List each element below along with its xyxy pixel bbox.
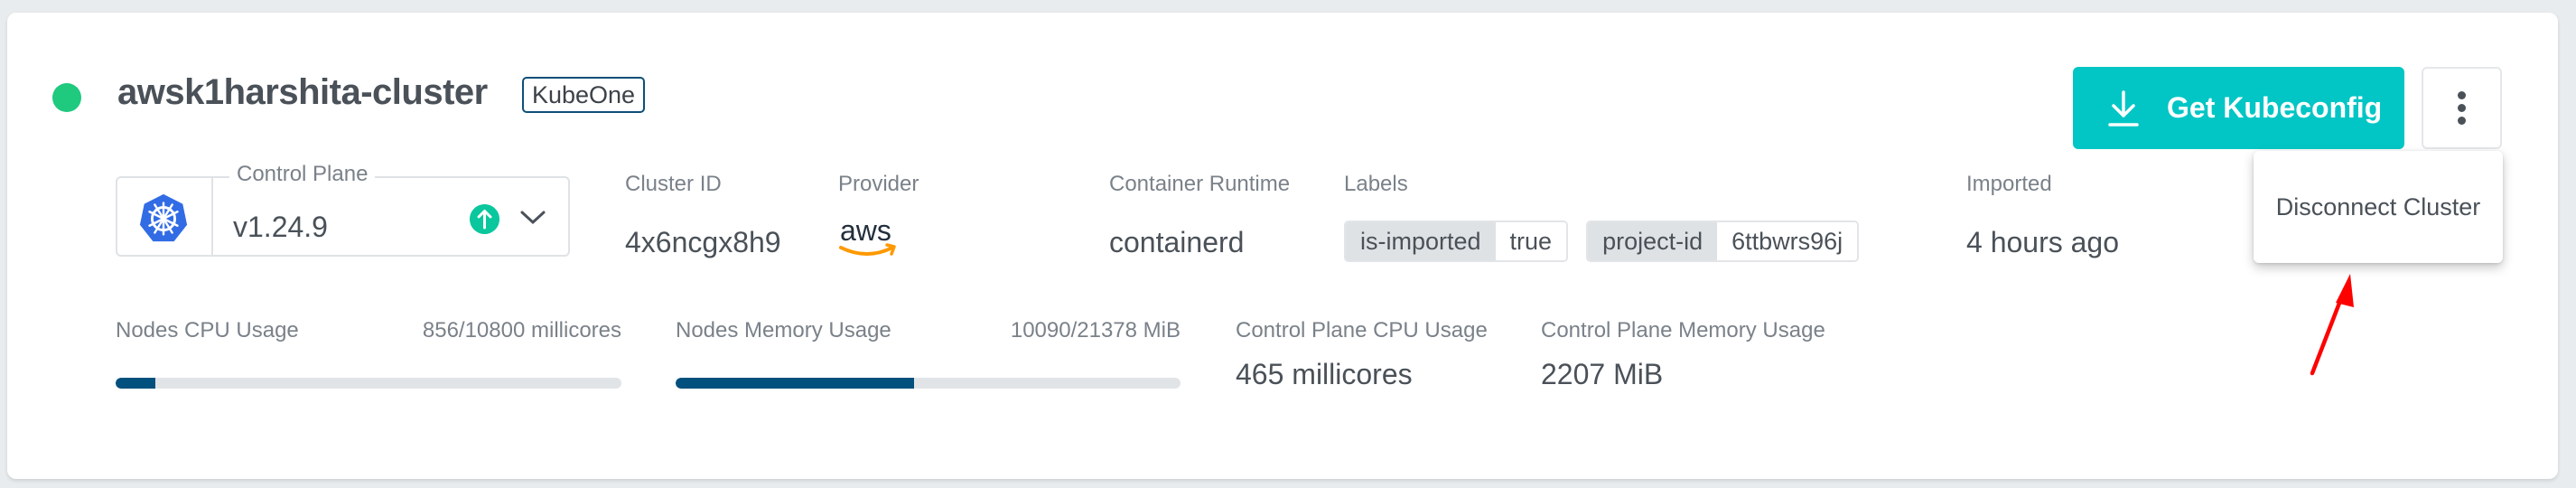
control-plane-label: Control Plane [229, 162, 376, 187]
nodes-memory-label: Nodes Memory Usage [676, 318, 891, 343]
divider [211, 178, 213, 255]
nodes-cpu-value: 856/10800 millicores [422, 318, 621, 343]
get-kubeconfig-label: Get Kubeconfig [2167, 91, 2383, 124]
control-plane-memory-value: 2207 MiB [1541, 358, 1664, 390]
download-icon [2108, 89, 2139, 127]
nodes-cpu-progress-bar [116, 378, 621, 389]
label-chip: project-id 6ttbwrs96j [1586, 221, 1860, 262]
aws-logo: aws [839, 214, 896, 256]
label-value: 6ttbwrs96j [1717, 222, 1858, 260]
cluster-id-value: 4x6ncgx8h9 [625, 226, 781, 258]
nodes-cpu-label: Nodes CPU Usage [116, 318, 299, 343]
chevron-down-icon[interactable] [519, 209, 546, 227]
more-actions-button[interactable] [2422, 67, 2502, 149]
arrow-up-circle-icon [470, 204, 499, 234]
imported-label: Imported [1966, 172, 2052, 196]
nodes-memory-progress-bar [676, 378, 1181, 389]
provider-label: Provider [838, 172, 919, 196]
cluster-name: awsk1harshita-cluster [117, 72, 488, 112]
label-value: true [1495, 222, 1567, 260]
cluster-id-label: Cluster ID [625, 172, 722, 196]
more-vertical-icon-dot [2458, 104, 2466, 112]
control-plane-memory-label: Control Plane Memory Usage [1541, 318, 1825, 343]
kubernetes-icon [139, 193, 188, 242]
cluster-type-badge: KubeOne [522, 77, 645, 113]
status-indicator [52, 83, 81, 112]
actions-menu: Disconnect Cluster [2254, 151, 2503, 263]
labels-label: Labels [1344, 172, 1408, 196]
more-vertical-icon [2458, 91, 2466, 99]
control-plane-selector[interactable]: Control Plane v1.24.9 [116, 162, 570, 257]
container-runtime-label: Container Runtime [1109, 172, 1291, 196]
nodes-memory-value: 10090/21378 MiB [1010, 318, 1181, 343]
label-chip: is-imported true [1344, 221, 1569, 262]
svg-text:aws: aws [840, 214, 891, 247]
nodes-memory-progress-fill [676, 378, 914, 389]
labels-list: is-imported true project-id 6ttbwrs96j [1344, 221, 1860, 262]
more-vertical-icon-dot [2458, 117, 2466, 125]
nodes-cpu-progress-fill [116, 378, 156, 389]
control-plane-cpu-label: Control Plane CPU Usage [1236, 318, 1488, 343]
label-key: project-id [1588, 222, 1718, 260]
get-kubeconfig-button[interactable]: Get Kubeconfig [2073, 67, 2404, 149]
imported-value: 4 hours ago [1966, 226, 2120, 258]
nodes-memory-usage: Nodes Memory Usage 10090/21378 MiB [676, 318, 1181, 389]
menu-item-disconnect-cluster[interactable]: Disconnect Cluster [2276, 193, 2481, 221]
annotation-arrow-icon [2310, 274, 2354, 376]
control-plane-version: v1.24.9 [233, 211, 328, 243]
control-plane-cpu-value: 465 millicores [1236, 358, 1413, 390]
label-key: is-imported [1346, 222, 1496, 260]
nodes-cpu-usage: Nodes CPU Usage 856/10800 millicores [116, 318, 621, 389]
container-runtime-value: containerd [1109, 226, 1245, 258]
